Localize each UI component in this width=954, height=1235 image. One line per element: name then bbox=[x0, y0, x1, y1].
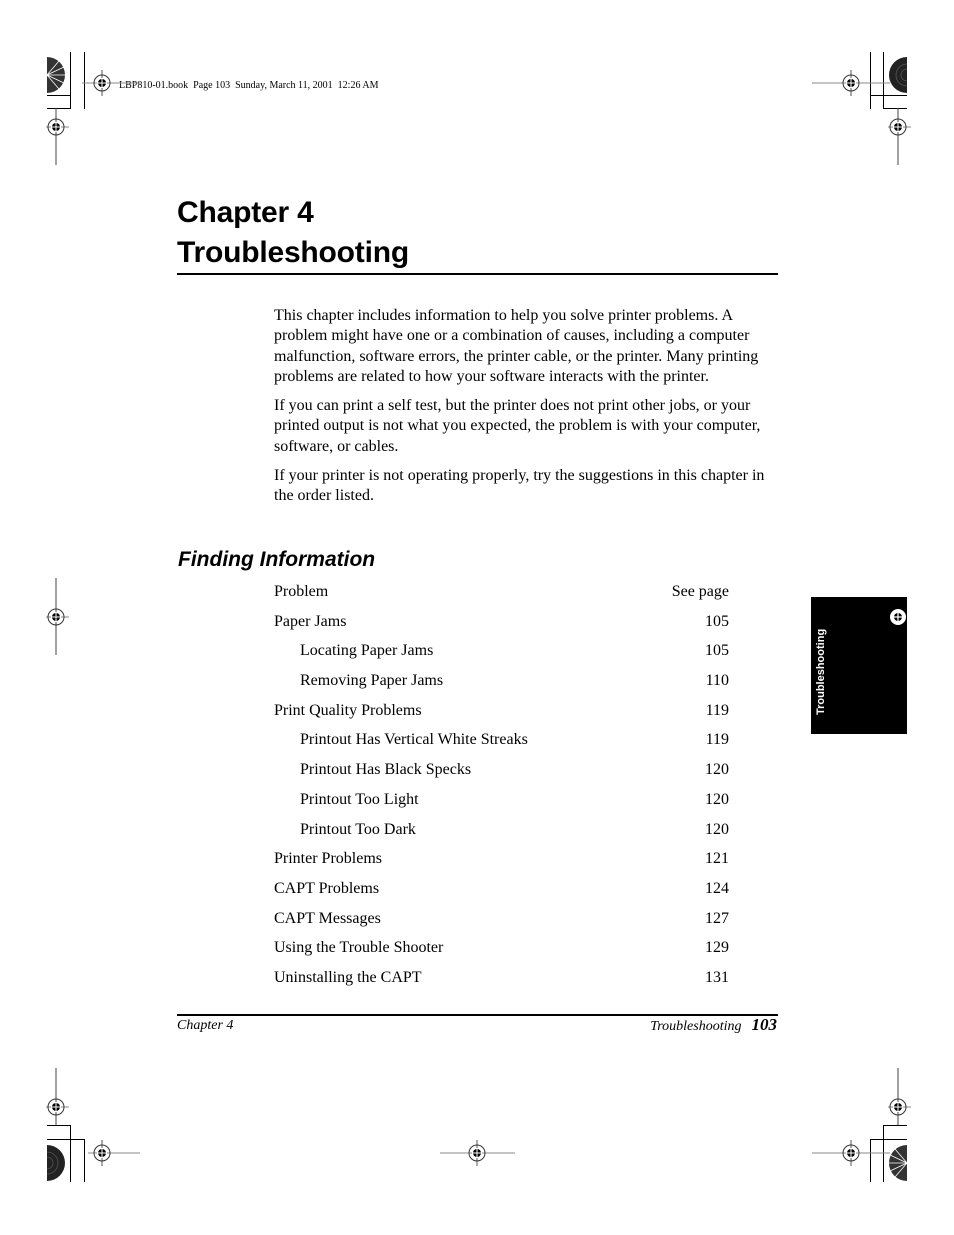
page-ref: 127 bbox=[705, 909, 729, 927]
page-ref: 120 bbox=[705, 820, 729, 838]
crop-mark-icon bbox=[870, 1139, 907, 1140]
problem-label: Print Quality Problems bbox=[274, 701, 422, 719]
registration-mark-icon bbox=[890, 609, 906, 625]
intro-paragraph: This chapter includes information to hel… bbox=[274, 307, 759, 385]
chapter-number: Chapter 4 bbox=[177, 196, 314, 229]
table-row: Printout Has Black Specks 120 bbox=[274, 758, 729, 788]
crop-mark-icon bbox=[47, 95, 71, 96]
table-header: Problem See page bbox=[274, 580, 729, 610]
table-body: Paper Jams 105 Locating Paper Jams 105 Remov… bbox=[274, 610, 729, 996]
crop-mark-icon bbox=[870, 1139, 871, 1182]
problem-label: Printout Has Black Specks bbox=[300, 761, 472, 779]
page-ref: 105 bbox=[705, 642, 729, 660]
table-row: Printout Has Vertical White Streaks 119 bbox=[274, 728, 729, 758]
page-ref: 105 bbox=[705, 612, 729, 630]
table-row: Paper Jams 105 bbox=[274, 610, 729, 640]
crop-mark-icon bbox=[47, 108, 71, 109]
crop-mark-icon bbox=[70, 52, 71, 109]
page-ref: 119 bbox=[705, 701, 729, 719]
problem-label: Printout Has Vertical White Streaks bbox=[300, 731, 528, 749]
problem-label: CAPT Messages bbox=[274, 909, 381, 927]
crop-mark-icon bbox=[883, 1125, 884, 1182]
chapter-name: Troubleshooting bbox=[177, 236, 409, 269]
thumb-tab-label: Troubleshooting bbox=[815, 628, 827, 715]
crop-mark-icon bbox=[883, 108, 907, 109]
crop-mark-icon bbox=[883, 1125, 907, 1126]
header-problem: Problem bbox=[274, 583, 329, 600]
footer-section-title: Troubleshooting bbox=[650, 1019, 742, 1034]
problem-label: Using the Trouble Shooter bbox=[274, 939, 444, 957]
table-row: Uninstalling the CAPT 131 bbox=[274, 966, 729, 996]
table-row: CAPT Messages 127 bbox=[274, 907, 729, 937]
crop-mark-icon bbox=[883, 52, 884, 109]
crop-mark-icon bbox=[84, 52, 85, 109]
star-target-icon bbox=[47, 1145, 65, 1181]
problem-label: Printout Too Light bbox=[300, 790, 419, 808]
crop-mark-icon bbox=[870, 95, 907, 96]
page-ref: 129 bbox=[705, 939, 729, 957]
star-target-icon bbox=[47, 57, 65, 93]
crop-mark-icon bbox=[870, 52, 871, 109]
crop-mark-icon bbox=[47, 1139, 85, 1140]
table-row: Removing Paper Jams 110 bbox=[274, 669, 729, 699]
problem-label: Printout Too Dark bbox=[300, 820, 416, 838]
chapter-title: Chapter 4 Troubleshooting bbox=[177, 193, 409, 273]
star-target-icon bbox=[889, 1145, 907, 1181]
header-page: See page bbox=[671, 583, 729, 600]
crop-mark-icon bbox=[70, 1125, 71, 1182]
table-row: Locating Paper Jams 105 bbox=[274, 639, 729, 669]
table-row: CAPT Problems 124 bbox=[274, 877, 729, 907]
table-row: Print Quality Problems 119 bbox=[274, 699, 729, 729]
problem-label: Uninstalling the CAPT bbox=[274, 968, 422, 986]
page-ref: 119 bbox=[705, 731, 729, 749]
page-ref: 110 bbox=[705, 672, 729, 690]
thumb-tab: Troubleshooting bbox=[811, 597, 907, 734]
problem-label: CAPT Problems bbox=[274, 879, 380, 897]
problem-label: Removing Paper Jams bbox=[300, 672, 444, 690]
footer-section: Troubleshooting 103 bbox=[650, 1015, 777, 1035]
title-rule bbox=[177, 273, 778, 275]
print-slug: LBP810-01.book Page 103 Sunday, March 11… bbox=[119, 80, 379, 91]
table-row: Printout Too Dark 120 bbox=[274, 818, 729, 848]
page-ref: 124 bbox=[705, 879, 729, 897]
page-ref: 120 bbox=[705, 790, 729, 808]
star-target-icon bbox=[889, 57, 907, 93]
problem-label: Locating Paper Jams bbox=[300, 642, 434, 660]
section-heading: Finding Information bbox=[178, 548, 376, 571]
footer-chapter: Chapter 4 bbox=[177, 1018, 234, 1033]
table-row: Printout Too Light 120 bbox=[274, 788, 729, 818]
problem-label: Paper Jams bbox=[274, 612, 347, 630]
table-row: Using the Trouble Shooter 129 bbox=[274, 936, 729, 966]
crop-mark-icon bbox=[47, 1125, 71, 1126]
table-row: Printer Problems 121 bbox=[274, 847, 729, 877]
page-number: 103 bbox=[751, 1015, 778, 1034]
intro-paragraph: If you can print a self test, but the pr… bbox=[274, 397, 761, 455]
page-ref: 121 bbox=[705, 850, 729, 868]
crop-mark-icon bbox=[84, 1139, 85, 1182]
problem-table: Problem See page Paper Jams 105 Locating P… bbox=[274, 580, 729, 996]
intro-paragraph: If your printer is not operating properl… bbox=[274, 467, 765, 505]
page-ref: 131 bbox=[705, 968, 729, 986]
problem-label: Printer Problems bbox=[274, 850, 382, 868]
page-ref: 120 bbox=[705, 761, 729, 779]
intro-text: This chapter includes information to hel… bbox=[274, 306, 779, 516]
